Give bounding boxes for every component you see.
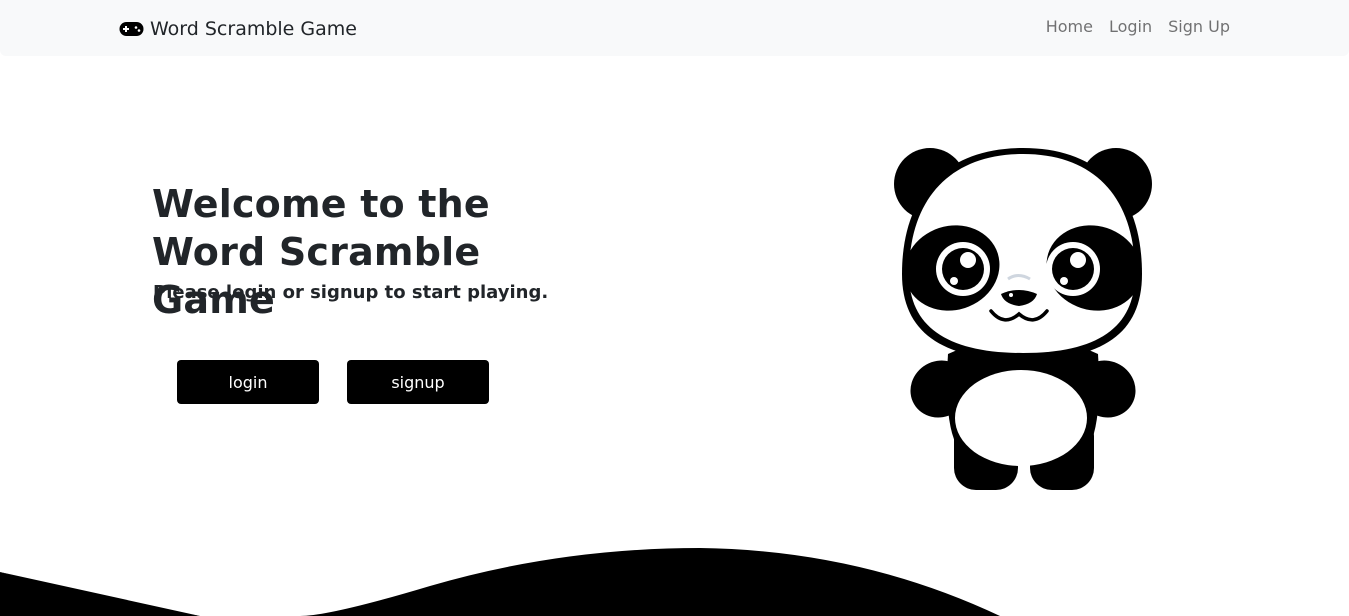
nav-signup-link[interactable]: Sign Up <box>1160 17 1230 36</box>
brand-link[interactable]: Word Scramble Game <box>119 15 357 43</box>
panda-belly <box>955 370 1087 466</box>
panda-illustration <box>894 148 1152 490</box>
signup-button[interactable]: signup <box>347 360 489 404</box>
login-button[interactable]: login <box>177 360 319 404</box>
nav-home-link[interactable]: Home <box>1038 17 1101 36</box>
navbar: Word Scramble Game Home Login Sign Up <box>0 0 1349 56</box>
nav-login-link[interactable]: Login <box>1101 17 1160 36</box>
brand-title: Word Scramble Game <box>150 18 357 40</box>
footer-wave <box>0 548 1000 616</box>
gamepad-icon <box>119 22 144 36</box>
hero-subtitle: Please login or signup to start playing. <box>153 282 549 303</box>
nav-links: Home Login Sign Up <box>1038 17 1230 36</box>
page: Word Scramble Game Home Login Sign Up We… <box>0 0 1349 616</box>
